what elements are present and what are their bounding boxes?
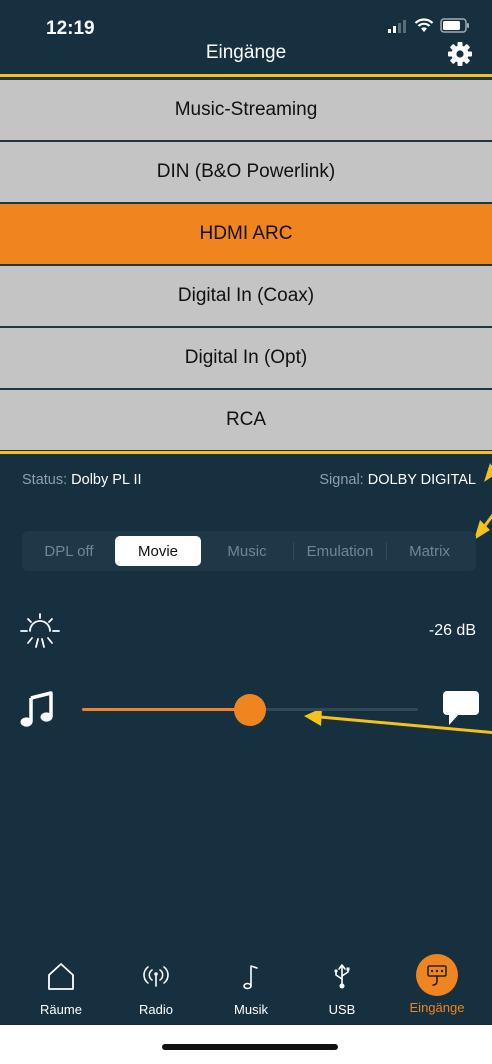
highlight-line-bottom [0,451,492,454]
screen: 12:19 Eingänge Music-Streaming DIN (B&O … [0,0,492,1064]
input-item-music-streaming[interactable]: Music-Streaming [0,80,492,140]
status-time: 12:19 [46,18,95,39]
tab-raeume[interactable]: Räume [21,950,101,1025]
sun-icon [20,613,60,648]
tab-bar: Räume Radio Musik USB Eingänge [0,950,492,1025]
input-icon [416,954,458,996]
input-item-rca[interactable]: RCA [0,390,492,450]
input-item-label: RCA [225,409,267,430]
settings-button[interactable] [446,40,474,68]
input-item-label: DIN (B&O Powerlink) [156,161,336,182]
slider-thumb[interactable] [234,694,266,726]
tab-label: USB [328,1002,356,1017]
level-db-label: -26 dB [428,622,476,639]
dialog-balance-slider[interactable] [82,694,418,726]
usb-icon [320,954,364,998]
input-list: Music-Streaming DIN (B&O Powerlink) HDMI… [0,78,492,450]
nav-bar: Eingänge [0,38,492,74]
status-info: Status: Dolby PL II [22,472,142,488]
signal-info: Signal: DOLBY DIGITAL [319,472,476,488]
tab-eingaenge[interactable]: Eingänge [397,950,477,1025]
app-window: 12:19 Eingänge Music-Streaming DIN (B&O … [0,0,492,1025]
mode-music[interactable]: Music [204,536,290,566]
input-item-din-powerlink[interactable]: DIN (B&O Powerlink) [0,142,492,202]
tab-label: Musik [234,1002,268,1017]
annotation-arrow-modes [474,513,492,540]
cellular-signal-icon [388,19,406,33]
gear-icon [448,42,472,66]
signal-label: Signal: [319,472,364,488]
annotation-arrow-signal [484,463,492,482]
mode-matrix[interactable]: Matrix [387,536,472,566]
input-item-label: HDMI ARC [199,223,293,244]
tab-label: Radio [139,1002,173,1017]
slider-fill [82,708,250,711]
tab-usb[interactable]: USB [302,950,382,1025]
speech-bubble-icon [443,691,479,725]
input-item-digital-opt[interactable]: Digital In (Opt) [0,328,492,388]
music-note-icon [20,691,53,727]
status-bar: 12:19 [0,0,492,42]
wifi-icon [414,18,434,32]
battery-icon [440,18,469,33]
mode-movie[interactable]: Movie [115,536,201,566]
status-value: Dolby PL II [71,472,142,488]
tab-label: Räume [40,1002,82,1017]
input-item-label: Digital In (Coax) [177,285,315,306]
input-item-hdmi-arc[interactable]: HDMI ARC [0,204,492,264]
input-item-label: Music-Streaming [174,99,318,120]
tab-musik[interactable]: Musik [211,950,291,1025]
page-title: Eingänge [205,42,287,63]
surround-mode-selector: DPL off Movie Music Emulation Matrix [22,531,476,571]
home-indicator[interactable] [162,1044,338,1050]
music-note-icon [229,954,273,998]
input-item-digital-coax[interactable]: Digital In (Coax) [0,266,492,326]
status-icons [388,18,470,33]
house-icon [39,954,83,998]
status-label: Status: [22,472,68,488]
signal-value: DOLBY DIGITAL [367,472,476,488]
tab-label: Eingänge [409,1000,465,1015]
radio-icon [134,954,178,998]
tab-radio[interactable]: Radio [116,950,196,1025]
mode-emulation[interactable]: Emulation [294,536,386,566]
mode-dpl-off[interactable]: DPL off [26,536,112,566]
input-item-label: Digital In (Opt) [184,347,308,368]
highlight-line-top [0,74,492,77]
